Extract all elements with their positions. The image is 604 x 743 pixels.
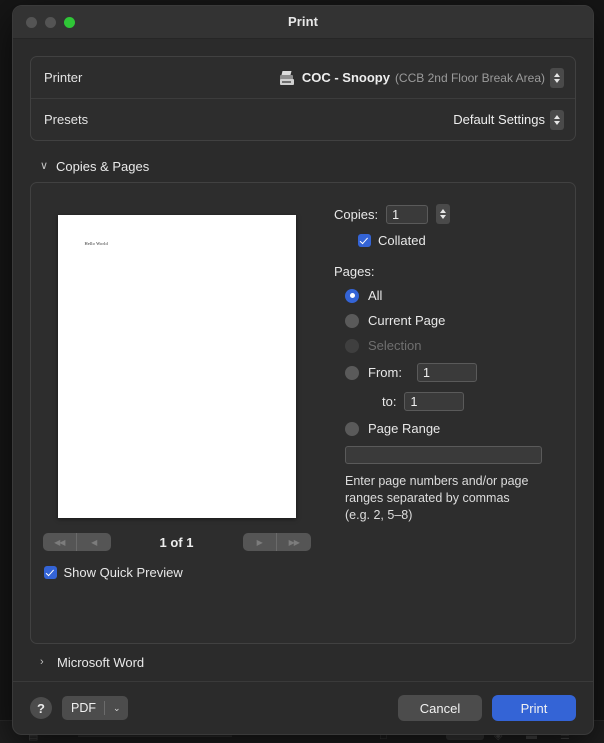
radio-from[interactable]: From: 1 xyxy=(345,363,565,382)
page-range-hint: Enter page numbers and/or page ranges se… xyxy=(345,474,529,522)
window-title: Print xyxy=(287,14,319,29)
print-dialog-window: Print Printer COC - Snoopy (CCB 2nd Floo… xyxy=(12,5,594,735)
radio-current-page[interactable]: Current Page xyxy=(345,313,565,328)
chevron-right-icon[interactable]: › xyxy=(40,657,49,668)
printer-label: Printer xyxy=(44,70,83,85)
radio-page-range[interactable]: Page Range xyxy=(345,421,565,436)
show-quick-preview-label: Show Quick Preview xyxy=(63,565,183,580)
print-button[interactable]: Print xyxy=(492,695,576,721)
radio-selection: Selection xyxy=(345,338,565,353)
radio-all-label: All xyxy=(368,288,383,303)
page-range-input[interactable] xyxy=(345,446,542,464)
presets-value[interactable]: Default Settings xyxy=(453,109,564,130)
copies-pages-header[interactable]: ∨ Copies & Pages xyxy=(40,159,576,174)
show-quick-preview-row[interactable]: Show Quick Preview xyxy=(42,565,312,580)
printer-name: COC - Snoopy xyxy=(301,70,390,85)
radio-from-label: From: xyxy=(368,365,402,380)
show-quick-preview-checkbox[interactable] xyxy=(43,566,57,579)
printer-icon xyxy=(279,70,295,85)
presets-selected-option: Default Settings xyxy=(453,112,545,127)
radio-selection-label: Selection xyxy=(368,338,422,353)
copies-input[interactable]: 1 xyxy=(386,204,429,224)
collated-row[interactable]: Collated xyxy=(358,233,565,248)
printer-row[interactable]: Printer COC - Snoopy (CCB 2nd Floor Brea… xyxy=(31,57,575,98)
next-page-button[interactable]: ▶ xyxy=(243,533,277,551)
presets-popup-chevron-icon[interactable] xyxy=(550,109,564,130)
page-preview-text: Hello World xyxy=(84,241,108,246)
page-preview[interactable]: Hello World xyxy=(57,215,296,518)
pdf-menu-button[interactable]: PDF ⌄ xyxy=(62,696,128,720)
to-page-input[interactable]: 1 xyxy=(404,392,465,411)
radio-current-page-button[interactable] xyxy=(345,313,359,328)
last-page-button[interactable]: ▶▶ xyxy=(276,533,311,551)
pager-back-group[interactable]: ◀◀ ◀ xyxy=(42,533,111,551)
page-counter: 1 of 1 xyxy=(159,534,194,550)
radio-all[interactable]: All xyxy=(345,288,565,303)
printer-presets-box: Printer COC - Snoopy (CCB 2nd Floor Brea… xyxy=(30,56,576,141)
microsoft-word-label: Microsoft Word xyxy=(57,655,145,670)
from-page-input[interactable]: 1 xyxy=(416,363,477,382)
copies-stepper[interactable] xyxy=(436,204,451,224)
radio-page-range-button[interactable] xyxy=(345,421,359,436)
to-row: to: 1 xyxy=(382,392,565,411)
pdf-label: PDF xyxy=(71,701,96,715)
printer-popup-chevron-icon[interactable] xyxy=(550,67,564,88)
dialog-body: Printer COC - Snoopy (CCB 2nd Floor Brea… xyxy=(13,39,593,681)
pdf-chevron-down-icon[interactable]: ⌄ xyxy=(113,703,128,714)
presets-row[interactable]: Presets Default Settings xyxy=(31,98,575,140)
pages-label: Pages: xyxy=(334,264,375,279)
presets-label: Presets xyxy=(44,112,89,127)
radio-current-page-label: Current Page xyxy=(368,313,446,328)
pdf-divider xyxy=(104,701,105,715)
pagination-controls: ◀◀ ◀ 1 of 1 ▶ ▶▶ xyxy=(42,533,311,551)
dialog-footer: ? PDF ⌄ Cancel Print xyxy=(13,681,593,734)
radio-from-button[interactable] xyxy=(345,365,359,380)
first-page-button[interactable]: ◀◀ xyxy=(43,533,77,551)
options-column: Copies: 1 Collated Pages: All Current Pa… xyxy=(320,197,575,643)
printer-value[interactable]: COC - Snoopy (CCB 2nd Floor Break Area) xyxy=(279,67,564,88)
copies-label: Copies: xyxy=(334,206,379,222)
window-titlebar: Print xyxy=(13,6,593,39)
copies-row: Copies: 1 xyxy=(334,204,565,224)
pager-forward-group[interactable]: ▶ ▶▶ xyxy=(242,533,311,551)
printer-location: (CCB 2nd Floor Break Area) xyxy=(394,70,545,85)
radio-page-range-label: Page Range xyxy=(368,421,441,436)
chevron-down-icon[interactable]: ∨ xyxy=(40,161,49,172)
collated-checkbox[interactable] xyxy=(358,234,371,247)
radio-selection-button xyxy=(345,338,359,353)
collated-label: Collated xyxy=(378,233,426,248)
to-label: to: xyxy=(382,394,397,409)
help-button[interactable]: ? xyxy=(30,697,52,719)
cancel-button[interactable]: Cancel xyxy=(398,695,482,721)
preview-column: Hello World ◀◀ ◀ 1 of 1 ▶ ▶▶ Show Quick xyxy=(31,197,320,643)
microsoft-word-section-header[interactable]: › Microsoft Word xyxy=(30,644,576,681)
section-title: Copies & Pages xyxy=(56,159,150,174)
radio-all-button[interactable] xyxy=(345,288,359,303)
previous-page-button[interactable]: ◀ xyxy=(76,533,111,551)
copies-pages-panel: Hello World ◀◀ ◀ 1 of 1 ▶ ▶▶ Show Quick xyxy=(30,182,576,644)
